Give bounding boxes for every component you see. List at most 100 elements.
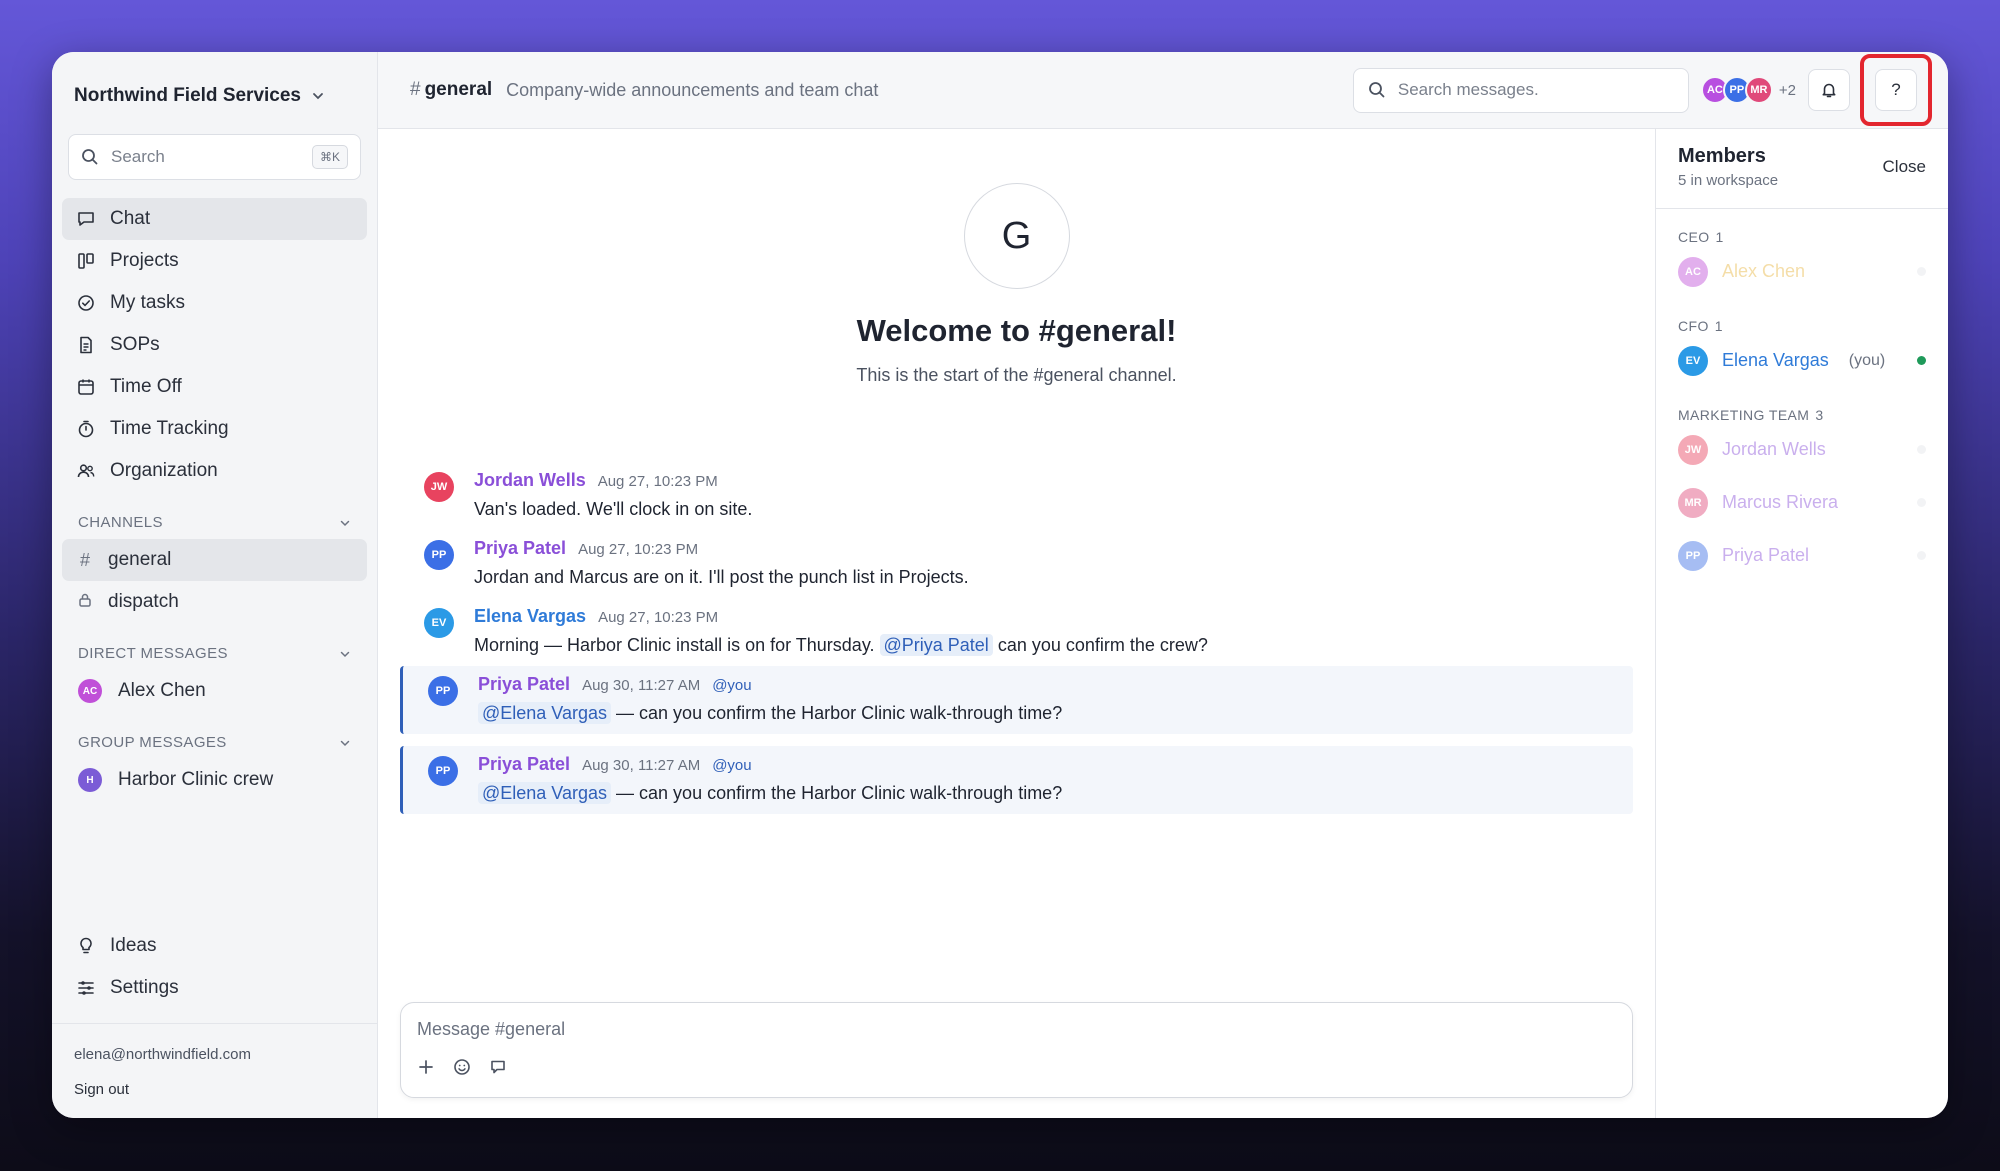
sidebar-footer: elena@northwindfield.com Sign out: [52, 1023, 377, 1118]
you-mention-tag: @you: [712, 757, 752, 774]
document-icon: [80, 336, 92, 354]
sign-out-link[interactable]: Sign out: [74, 1081, 355, 1098]
message-author[interactable]: Priya Patel: [478, 754, 570, 775]
message-time: Aug 30, 11:27 AM: [582, 757, 701, 774]
group-item-harbor-clinic-crew[interactable]: H Harbor Clinic crew: [62, 759, 367, 801]
user-email: elena@northwindfield.com: [74, 1046, 251, 1063]
nav-item-time-off[interactable]: Time Off: [62, 366, 367, 408]
hash-icon: #: [79, 549, 90, 570]
avatar: EV: [424, 608, 454, 638]
member-group-header: CFO 1: [1678, 318, 1926, 334]
avatar: AC: [78, 679, 102, 703]
message-text: Morning — Harbor Clinic install is on fo…: [474, 634, 1208, 656]
dm-item-alex-chen[interactable]: AC Alex Chen: [62, 670, 367, 712]
presence-dot-online: [1917, 356, 1926, 365]
you-label: (you): [1848, 351, 1886, 369]
member-row[interactable]: PP Priya Patel: [1678, 529, 1926, 582]
check-circle-icon: [78, 295, 94, 311]
channels-section-header[interactable]: CHANNELS: [78, 514, 351, 531]
sidebar-search-placeholder: Search: [111, 147, 165, 166]
nav-label: Ideas: [110, 935, 157, 956]
avatar: JW: [424, 472, 454, 502]
avatar: PP: [424, 540, 454, 570]
nav-item-chat[interactable]: Chat: [62, 198, 367, 240]
user-mention[interactable]: @Elena Vargas: [478, 782, 612, 804]
channel-description: Company-wide announcements and team chat: [506, 79, 879, 100]
nav-item-ideas[interactable]: Ideas: [62, 925, 367, 967]
member-group-cfo: CFO 1 EV Elena Vargas (you): [1656, 318, 1948, 387]
group-count: 3: [1815, 407, 1824, 423]
app-window: Northwind Field Services Search ⌘K Chat …: [52, 52, 1948, 1118]
message-item[interactable]: JW Jordan Wells Aug 27, 10:23 PM Van's l…: [400, 462, 1633, 530]
user-mention[interactable]: @Elena Vargas: [478, 702, 612, 724]
message-time: Aug 27, 10:23 PM: [597, 473, 718, 490]
message-time: Aug 27, 10:23 PM: [578, 541, 699, 558]
presence-dot: [1917, 551, 1926, 560]
message-text-part: — can you confirm the Harbor Clinic walk…: [616, 783, 1063, 803]
welcome-title: Welcome to #general!: [856, 313, 1177, 348]
member-avatar-stack[interactable]: AC PP MR +2: [1700, 76, 1796, 104]
nav-label: SOPs: [110, 334, 160, 355]
nav-item-projects[interactable]: Projects: [62, 240, 367, 282]
member-row[interactable]: JW Jordan Wells: [1678, 423, 1926, 476]
message-list: JW Jordan Wells Aug 27, 10:23 PM Van's l…: [378, 462, 1655, 826]
direct-messages-section-header[interactable]: DIRECT MESSAGES: [78, 645, 351, 662]
message-author[interactable]: Priya Patel: [474, 538, 566, 559]
nav-item-settings[interactable]: Settings: [62, 967, 367, 1009]
close-members-button[interactable]: Close: [1883, 157, 1926, 177]
stopwatch-icon: [78, 420, 94, 438]
search-icon: [1368, 82, 1385, 98]
message-author[interactable]: Priya Patel: [478, 674, 570, 695]
channel-label: general: [108, 549, 172, 570]
plus-icon[interactable]: [417, 1058, 435, 1076]
user-mention[interactable]: @Priya Patel: [879, 634, 993, 656]
member-name: Jordan Wells: [1722, 439, 1826, 459]
sliders-icon: [78, 981, 94, 995]
notifications-button[interactable]: [1808, 69, 1850, 111]
channel-welcome: G Welcome to #general! This is the start…: [378, 129, 1655, 386]
chevron-down-icon: [340, 740, 350, 746]
nav-label: Projects: [110, 250, 179, 271]
message-item[interactable]: EV Elena Vargas Aug 27, 10:23 PM Morning…: [400, 598, 1633, 666]
channel-item-general[interactable]: # general: [62, 539, 367, 581]
channel-avatar: G: [963, 183, 1070, 289]
channel-item-dispatch[interactable]: dispatch: [62, 581, 367, 623]
message-time: Aug 30, 11:27 AM: [582, 677, 701, 694]
member-name: Elena Vargas: [1722, 350, 1829, 370]
presence-dot: [1917, 267, 1926, 276]
nav-item-my-tasks[interactable]: My tasks: [62, 282, 367, 324]
more-members-count: +2: [1778, 81, 1796, 99]
emoji-icon[interactable]: [453, 1058, 471, 1076]
workspace-switcher[interactable]: Northwind Field Services: [74, 76, 355, 116]
message-item[interactable]: PP Priya Patel Aug 27, 10:23 PM Jordan a…: [400, 530, 1633, 598]
sidebar-search[interactable]: Search ⌘K: [68, 134, 361, 180]
chevron-down-icon: [340, 520, 350, 526]
message-text-part: can you confirm the crew?: [997, 635, 1208, 655]
members-title: Members: [1678, 145, 1766, 167]
member-row[interactable]: AC Alex Chen: [1678, 245, 1926, 298]
member-row[interactable]: MR Marcus Rivera: [1678, 476, 1926, 529]
message-item-mention[interactable]: PP Priya Patel Aug 30, 11:27 AM @you @El…: [400, 746, 1633, 814]
message-author[interactable]: Elena Vargas: [474, 606, 586, 627]
group-messages-section-header[interactable]: GROUP MESSAGES: [78, 734, 351, 751]
message-author[interactable]: Jordan Wells: [474, 470, 586, 491]
sidebar: Northwind Field Services Search ⌘K Chat …: [52, 52, 378, 1118]
message-text-part: Morning — Harbor Clinic install is on fo…: [474, 635, 875, 655]
search-icon: [82, 149, 98, 165]
message-search-input[interactable]: Search messages.: [1352, 67, 1689, 113]
avatar: MR: [1744, 76, 1773, 104]
member-row[interactable]: EV Elena Vargas (you): [1678, 334, 1926, 387]
help-button[interactable]: ?: [1875, 69, 1917, 111]
avatar: JW: [1678, 434, 1708, 465]
chat-pane: G Welcome to #general! This is the start…: [378, 129, 1655, 1118]
message-text: @Elena Vargas — can you confirm the Harb…: [478, 702, 1063, 724]
message-composer[interactable]: Message #general: [400, 1002, 1633, 1098]
dm-section-title: DIRECT MESSAGES: [78, 645, 228, 662]
nav-item-organization[interactable]: Organization: [62, 450, 367, 492]
nav-label: My tasks: [110, 292, 185, 313]
poll-icon[interactable]: [489, 1058, 507, 1076]
message-text-part: — can you confirm the Harbor Clinic walk…: [616, 703, 1063, 723]
nav-item-sops[interactable]: SOPs: [62, 324, 367, 366]
nav-item-time-tracking[interactable]: Time Tracking: [62, 408, 367, 450]
message-item-mention[interactable]: PP Priya Patel Aug 30, 11:27 AM @you @El…: [400, 666, 1633, 734]
